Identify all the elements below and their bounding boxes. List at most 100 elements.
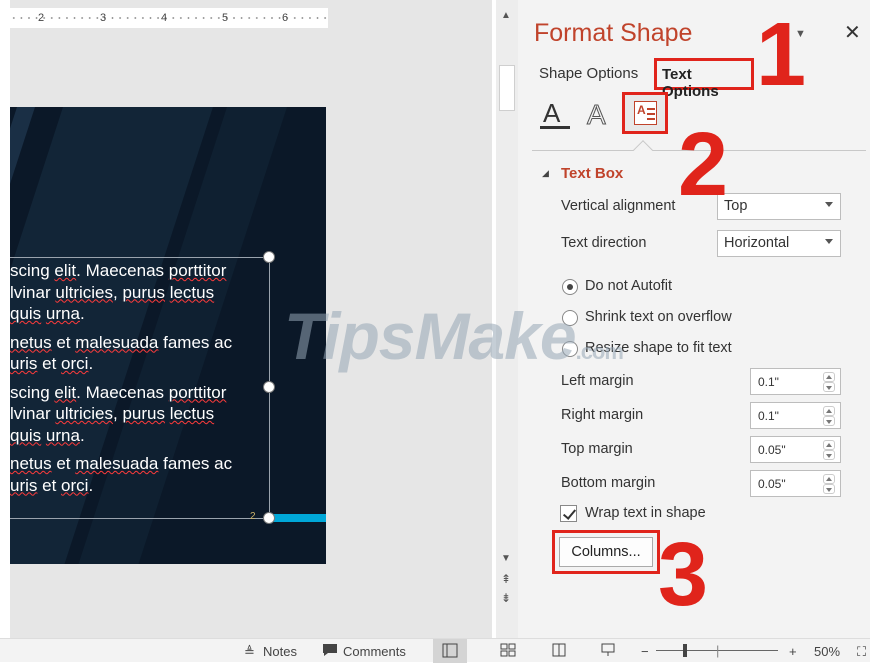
scroll-down-icon[interactable]: ▼ <box>501 553 511 564</box>
resize-handle-bottom-right[interactable] <box>263 512 275 524</box>
wrap-text-label[interactable]: Wrap text in shape <box>585 505 706 521</box>
spelling-flagged-word: lectus <box>169 282 215 302</box>
spelling-flagged-word: purus <box>122 404 165 423</box>
collapse-triangle-icon[interactable]: ◢ <box>542 168 549 179</box>
section-header-text-box[interactable]: Text Box <box>561 165 623 182</box>
do-not-autofit-label[interactable]: Do not Autofit <box>585 278 672 294</box>
slide-text-line: uris et orci. <box>10 475 265 497</box>
next-slide-icon[interactable]: ⇟ <box>501 591 511 605</box>
right-margin-value: 0.1" <box>758 409 779 423</box>
comments-icon[interactable] <box>322 643 338 657</box>
spelling-flagged-word: lectus <box>169 404 215 423</box>
top-margin-spinner[interactable]: 0.05" <box>750 436 841 463</box>
spelling-flagged-word: elit <box>54 261 77 280</box>
svg-text:A: A <box>543 98 561 128</box>
reading-view-icon[interactable] <box>551 643 567 657</box>
spelling-flagged-word: elit <box>54 382 77 402</box>
callout-number-3: 3 <box>658 525 709 625</box>
slide-text-content[interactable]: scing elit. Maecenas porttitor lvinar ult… <box>10 260 265 503</box>
normal-view-icon[interactable] <box>433 639 467 663</box>
resize-handle-top-right[interactable] <box>263 251 275 263</box>
spelling-flagged-word: netus <box>10 454 52 473</box>
watermark-text: TipsMake <box>284 299 577 373</box>
spelling-flagged-word: purus <box>122 282 165 302</box>
resize-handle-right[interactable] <box>263 381 275 393</box>
text-run: . Maecenas <box>76 382 169 402</box>
bottom-margin-spinner[interactable]: 0.05" <box>750 470 841 497</box>
text-run: . <box>79 425 85 445</box>
zoom-slider-thumb[interactable] <box>683 644 687 657</box>
columns-button[interactable]: Columns... <box>559 537 653 567</box>
text-outline-icon[interactable]: A <box>582 97 616 133</box>
scroll-up-icon[interactable]: ▲ <box>501 10 511 21</box>
scrollbar-thumb[interactable] <box>499 65 515 111</box>
spin-down-icon[interactable] <box>823 484 835 494</box>
horizontal-ruler: 2 3 4 5 6 <box>10 8 328 28</box>
left-margin-spinner[interactable]: 0.1" <box>750 368 841 395</box>
text-run: et <box>37 475 62 495</box>
tab-text-options[interactable]: Text Options <box>654 58 754 100</box>
spelling-flagged-word: uris <box>10 354 38 373</box>
spelling-flagged-word: malesuada <box>75 454 159 473</box>
left-margin-label: Left margin <box>561 373 634 389</box>
fit-slide-icon[interactable]: ⛶ <box>857 644 866 660</box>
spelling-flagged-word: orci <box>61 354 89 373</box>
zoom-out-icon[interactable]: − <box>641 644 649 659</box>
watermark-suffix: .com <box>575 339 624 364</box>
chevron-down-icon <box>825 239 833 244</box>
text-run: et <box>51 454 76 473</box>
spelling-flagged-word: quis <box>10 304 42 323</box>
close-icon[interactable]: ✕ <box>844 20 861 45</box>
spin-down-icon[interactable] <box>823 382 835 392</box>
right-margin-label: Right margin <box>561 407 644 423</box>
text-run: . Maecenas <box>76 261 169 280</box>
right-margin-spinner[interactable]: 0.1" <box>750 402 841 429</box>
text-run: et <box>37 354 62 373</box>
left-margin-value: 0.1" <box>758 375 779 389</box>
zoom-in-icon[interactable]: + <box>789 644 797 659</box>
vertical-alignment-dropdown[interactable]: Top <box>717 193 841 220</box>
comments-button[interactable]: Comments <box>343 644 406 659</box>
slide-paragraph: scing elit. Maecenas porttitor lvinar ult… <box>10 382 265 447</box>
spin-up-icon[interactable] <box>823 440 835 450</box>
notes-button[interactable]: Notes <box>263 644 297 659</box>
ruler-number: 2 <box>38 12 45 24</box>
spelling-flagged-word: uris <box>10 475 38 495</box>
handle-number: 2 <box>250 511 256 522</box>
text-direction-dropdown[interactable]: Horizontal <box>717 230 841 257</box>
ruler-number: 4 <box>161 12 168 24</box>
vertical-alignment-label: Vertical alignment <box>561 198 676 214</box>
columns-callout-highlight: Columns... <box>552 530 660 574</box>
spin-up-icon[interactable] <box>823 406 835 416</box>
spin-up-icon[interactable] <box>823 372 835 382</box>
text-direction-value: Horizontal <box>724 235 790 251</box>
slide[interactable]: scing elit. Maecenas porttitor lvinar ult… <box>10 107 326 564</box>
status-bar: ≜ Notes Comments − | + 50% ⛶ <box>0 638 870 663</box>
active-tab-pointer <box>633 140 653 160</box>
top-margin-value: 0.05" <box>758 443 786 457</box>
ruler-ticks <box>10 17 328 19</box>
spin-up-icon[interactable] <box>823 474 835 484</box>
chevron-down-icon <box>825 202 833 207</box>
spin-down-icon[interactable] <box>823 450 835 460</box>
spin-down-icon[interactable] <box>823 416 835 426</box>
text-run: lvinar <box>10 404 56 423</box>
slide-text-line: scing elit. Maecenas porttitor <box>10 382 265 404</box>
slide-text-line: uris et orci. <box>10 353 265 375</box>
slideshow-icon[interactable] <box>600 643 616 657</box>
text-run: . <box>88 475 94 495</box>
pane-title: Format Shape <box>534 19 693 47</box>
textbox-icon[interactable]: A <box>622 92 668 134</box>
wrap-text-checkbox[interactable] <box>560 505 577 522</box>
zoom-level[interactable]: 50% <box>814 644 840 659</box>
notes-icon[interactable]: ≜ <box>244 644 255 660</box>
text-fill-icon[interactable]: A <box>538 97 572 133</box>
text-run: et <box>51 332 76 352</box>
bottom-margin-label: Bottom margin <box>561 475 656 491</box>
tab-shape-options[interactable]: Shape Options <box>539 65 638 82</box>
slide-sorter-icon[interactable] <box>500 643 516 657</box>
radio-do-not-autofit[interactable] <box>562 279 578 295</box>
previous-slide-icon[interactable]: ⇞ <box>501 572 511 586</box>
slide-text-line: lvinar ultricies, purus lectus <box>10 403 265 425</box>
svg-text:A: A <box>587 99 606 130</box>
